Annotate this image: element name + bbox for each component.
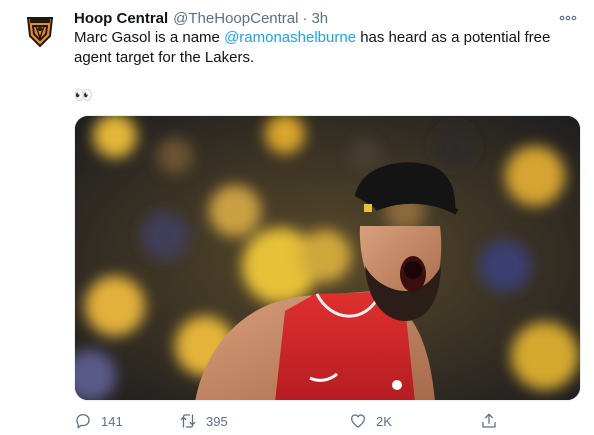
- separator-dot: ·: [302, 9, 308, 27]
- heart-icon: [350, 414, 366, 428]
- tweet-card[interactable]: Hoop Central @TheHoopCentral · 3h Marc G…: [0, 0, 594, 435]
- eyes-emoji: 👀: [74, 87, 94, 104]
- retweet-count: 395: [206, 413, 228, 429]
- more-options-button[interactable]: [556, 8, 580, 28]
- retweet-icon: [180, 414, 196, 428]
- user-handle[interactable]: @TheHoopCentral: [173, 10, 298, 27]
- avatar[interactable]: [18, 10, 62, 54]
- retweet-button[interactable]: 395: [179, 412, 228, 430]
- player-photo: [75, 116, 580, 400]
- display-name[interactable]: Hoop Central: [74, 10, 168, 27]
- reply-count: 141: [101, 413, 123, 429]
- mention-link[interactable]: @ramonashelburne: [224, 29, 356, 46]
- like-button[interactable]: 2K: [349, 412, 392, 430]
- share-icon: [482, 413, 496, 428]
- tweet-actions: 141 395 2K: [74, 408, 499, 434]
- more-horizontal-icon: [559, 15, 577, 21]
- tweet-text: Marc Gasol is a name @ramonashelburne ha…: [74, 28, 579, 68]
- hoop-central-logo-icon: [26, 17, 54, 48]
- tweet-image[interactable]: [74, 115, 581, 401]
- tweet-text-part: Marc Gasol is a name: [74, 29, 225, 46]
- like-count: 2K: [376, 413, 392, 429]
- tweet-header: Hoop Central @TheHoopCentral · 3h: [74, 8, 580, 28]
- share-button[interactable]: [480, 412, 498, 430]
- reply-icon: [76, 413, 90, 429]
- timestamp[interactable]: 3h: [311, 10, 328, 27]
- reply-button[interactable]: 141: [74, 412, 123, 430]
